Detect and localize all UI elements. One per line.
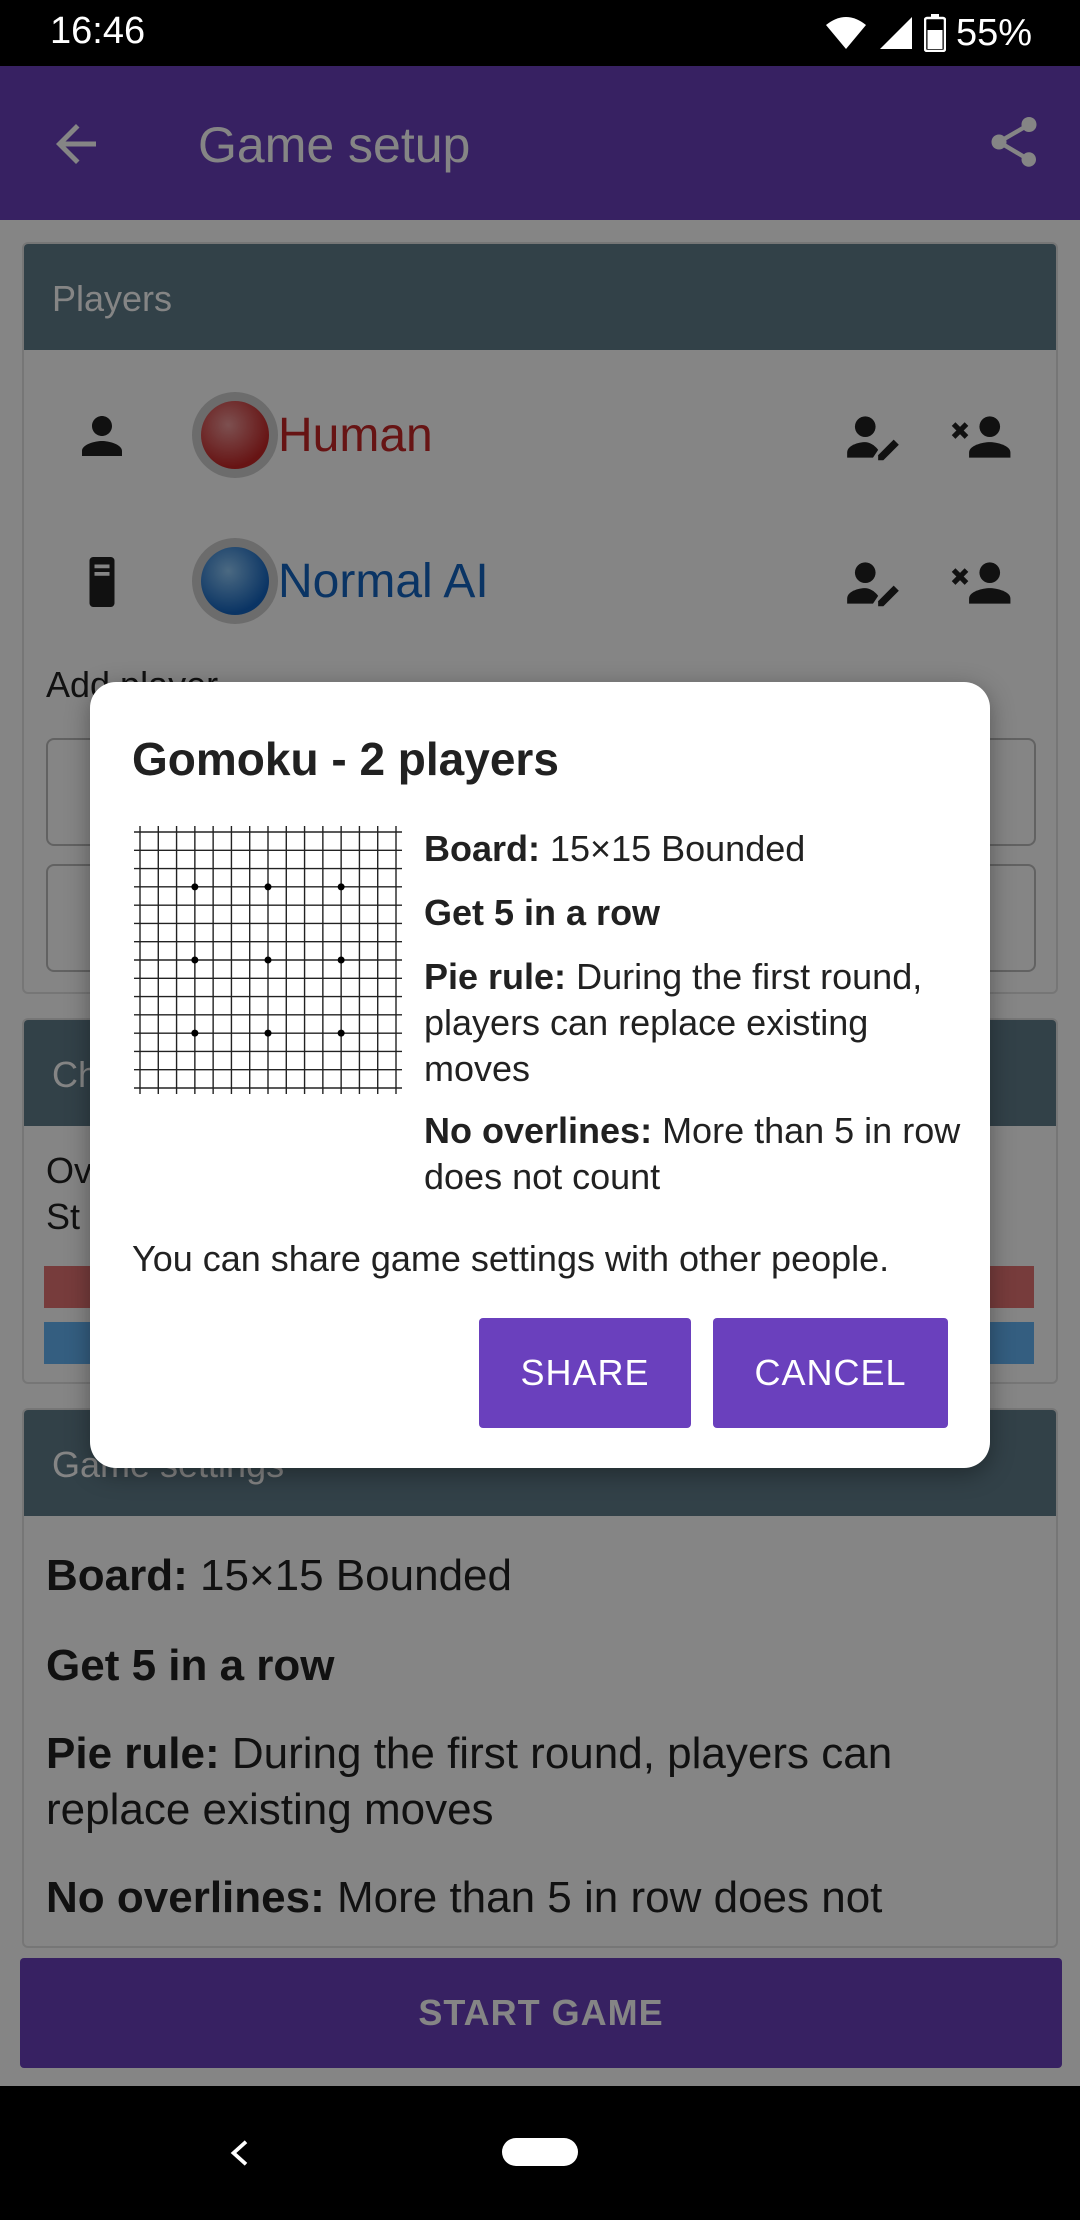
status-bar: 16:46 55%: [0, 0, 1080, 66]
dialog-pie-rule: Pie rule: During the first round, player…: [424, 954, 964, 1092]
battery-percent: 55%: [955, 11, 1032, 54]
signal-icon: [879, 17, 912, 49]
board-star-point: [337, 956, 345, 964]
wifi-icon: [825, 17, 866, 49]
dialog-get-five: Get 5 in a row: [424, 892, 661, 933]
board-star-point: [191, 1029, 199, 1037]
board-star-point: [337, 1029, 345, 1037]
board-star-point: [264, 956, 272, 964]
navigation-bar: [0, 2086, 1080, 2220]
battery-icon: [923, 14, 946, 52]
game-info-dialog: Gomoku - 2 players Board: 15×15 Bounded …: [90, 682, 990, 1468]
status-icons: 55%: [824, 10, 1032, 56]
dialog-board-info: Board: 15×15 Bounded: [424, 826, 964, 872]
nav-back-icon[interactable]: [226, 2138, 256, 2168]
nav-home-pill[interactable]: [502, 2138, 578, 2166]
board-star-point: [264, 883, 272, 891]
dialog-overlines-label: No overlines:: [424, 1110, 653, 1151]
dialog-board-value: 15×15 Bounded: [540, 828, 806, 869]
cancel-button[interactable]: CANCEL: [713, 1318, 948, 1428]
dialog-overlines: No overlines: More than 5 in row does no…: [424, 1108, 964, 1200]
dialog-share-text: You can share game settings with other p…: [132, 1238, 890, 1279]
status-time: 16:46: [50, 10, 146, 52]
board-star-point: [191, 956, 199, 964]
share-button[interactable]: SHARE: [479, 1318, 691, 1428]
dialog-title: Gomoku - 2 players: [132, 733, 559, 785]
dialog-board-label: Board:: [424, 828, 540, 869]
dialog-pie-label: Pie rule:: [424, 956, 567, 997]
board-star-point: [337, 883, 345, 891]
board-star-point: [264, 1029, 272, 1037]
board-star-point: [191, 883, 199, 891]
board-preview: [134, 826, 402, 1094]
